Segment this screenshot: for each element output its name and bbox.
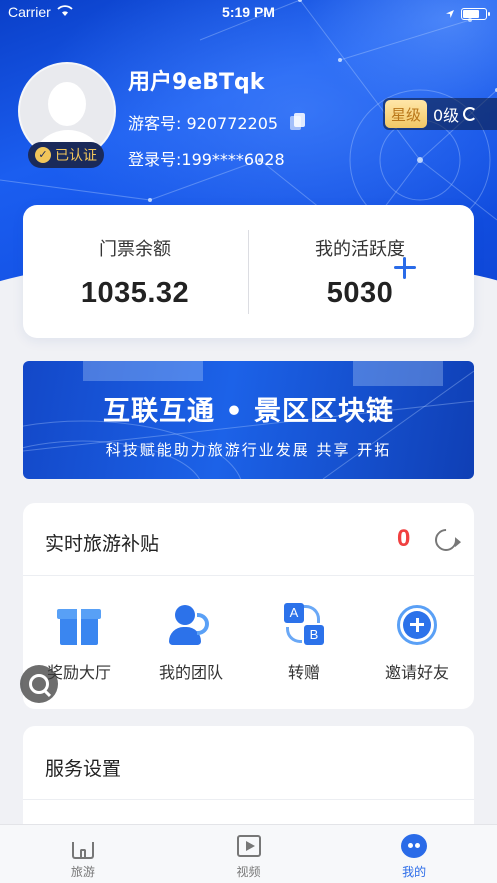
guest-id-row: 游客号: 920772205 — [128, 110, 306, 134]
team-icon — [169, 603, 213, 647]
invite-friends-button[interactable]: 邀请好友 — [361, 603, 473, 683]
subsidy-card: 实时旅游补贴 0 奖励大厅 我的团队 AB 转赠 邀请好友 — [23, 503, 474, 709]
level-refresh-icon[interactable] — [463, 107, 478, 121]
transfer-icon: AB — [282, 603, 326, 647]
tab-video-label: 视频 — [236, 865, 261, 879]
status-bar: Carrier 5:19 PM — [0, 0, 497, 26]
subsidy-title: 实时旅游补贴 — [45, 533, 160, 555]
transfer-label: 转赠 — [287, 663, 320, 682]
service-divider — [23, 799, 474, 800]
tab-travel[interactable]: 旅游 — [0, 825, 166, 883]
star-label: 星级 — [385, 100, 427, 128]
tab-bar: 旅游 视频 我的 — [0, 824, 497, 883]
tab-me[interactable]: 我的 — [331, 825, 497, 883]
banner-title: 互联互通 • 景区区块链 — [102, 396, 395, 427]
username: 用户9eBTqk — [128, 70, 265, 95]
home-icon — [69, 833, 97, 859]
my-team-label: 我的团队 — [158, 663, 223, 682]
activity-label: 我的活跃度 — [315, 239, 405, 260]
gift-icon — [57, 603, 101, 647]
add-activity-button[interactable] — [390, 253, 420, 283]
tab-me-label: 我的 — [402, 865, 427, 879]
service-settings-title: 服务设置 — [45, 758, 122, 780]
video-icon — [235, 833, 263, 859]
battery-icon — [461, 8, 490, 20]
transfer-button[interactable]: AB 转赠 — [248, 603, 360, 683]
tab-travel-label: 旅游 — [70, 865, 95, 879]
subsidy-count: 0 — [397, 525, 411, 552]
activity-value: 5030 — [326, 277, 394, 309]
refresh-icon[interactable] — [430, 524, 462, 556]
login-id: 登录号:199****6028 — [128, 150, 285, 169]
balance-card: 门票余额 1035.32 我的活跃度 5030 — [23, 205, 474, 338]
promo-banner[interactable]: 互联互通 • 景区区块链 科技赋能助力旅游行业发展 共享 开拓 — [23, 361, 474, 479]
me-icon — [400, 833, 428, 859]
my-team-button[interactable]: 我的团队 — [135, 603, 247, 683]
service-settings-card: 服务设置 — [23, 726, 474, 836]
floating-search-button[interactable] — [20, 665, 58, 703]
location-icon — [445, 6, 455, 22]
banner-subtitle: 科技赋能助力旅游行业发展 共享 开拓 — [105, 441, 392, 459]
subsidy-divider — [23, 575, 474, 576]
tab-video[interactable]: 视频 — [166, 825, 332, 883]
invite-friends-label: 邀请好友 — [384, 663, 449, 682]
guest-id: 游客号: 920772205 — [128, 114, 279, 133]
copy-icon[interactable] — [290, 113, 306, 131]
invite-icon — [395, 603, 439, 647]
status-time: 5:19 PM — [222, 4, 275, 20]
star-level-pill[interactable]: 星级 0级 — [383, 98, 497, 130]
ticket-balance-value: 1035.32 — [80, 277, 190, 309]
ticket-balance-label: 门票余额 — [99, 239, 171, 260]
ticket-balance[interactable]: 门票余额 1035.32 — [23, 235, 247, 310]
verified-label: 已认证 — [55, 148, 97, 164]
verified-badge: ✓ 已认证 — [28, 142, 104, 168]
level-value: 0级 — [433, 106, 460, 125]
search-icon — [29, 674, 49, 694]
activity[interactable]: 我的活跃度 5030 — [248, 235, 472, 310]
verified-check-icon: ✓ — [35, 147, 51, 163]
